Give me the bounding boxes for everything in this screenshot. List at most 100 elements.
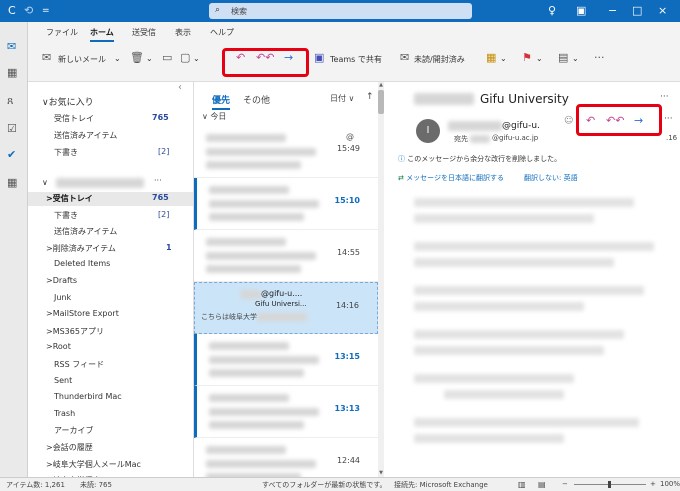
- no-translate-link[interactable]: 翻訳しない: 英語: [524, 173, 578, 183]
- app-bar: ✉ ▦ ጸ ☑ ✔ ▦: [0, 22, 28, 477]
- mail-icon[interactable]: ✉: [7, 40, 16, 53]
- tab-focused[interactable]: 優先: [212, 93, 231, 110]
- delete-icon[interactable]: 🗑: [130, 51, 144, 64]
- folder-item[interactable]: アーカイブ: [54, 425, 94, 436]
- reading-more-icon[interactable]: ···: [664, 114, 673, 124]
- folder-item[interactable]: >MS365アプリ: [46, 326, 104, 337]
- todo-icon[interactable]: ✔: [7, 148, 16, 161]
- reading-forward-icon[interactable]: →: [634, 114, 643, 127]
- sort-dropdown[interactable]: 日付 ∨: [330, 93, 354, 104]
- folder-item[interactable]: 下書き: [54, 210, 78, 221]
- archive-icon[interactable]: ▭: [162, 51, 172, 64]
- new-mail-button[interactable]: 新しいメール: [58, 54, 106, 65]
- folder-item[interactable]: Trash: [54, 409, 75, 418]
- group-header-today[interactable]: ∨ 今日: [202, 111, 226, 122]
- window-icon[interactable]: ▣: [576, 4, 586, 18]
- message-row[interactable]: 14:55: [194, 230, 378, 282]
- message-row[interactable]: 15:10: [194, 178, 378, 230]
- account-more-icon[interactable]: ···: [154, 176, 162, 185]
- translate-link[interactable]: ⇄ メッセージを日本語に翻訳する: [398, 173, 504, 183]
- folder-item[interactable]: >受信トレイ: [46, 193, 93, 204]
- search-box[interactable]: ⌕ 検索: [209, 3, 472, 19]
- close-icon[interactable]: ×: [658, 4, 667, 18]
- message-text-redacted: [209, 200, 319, 208]
- ribbon: ✉ 新しいメール ⌄ 🗑 ⌄ ▭ ▢ ⌄ ↶ ↶↶ → ▣ Teams で共有 …: [28, 42, 680, 82]
- message-row[interactable]: 12:44: [194, 438, 378, 477]
- reply-icon[interactable]: ↶: [236, 51, 245, 64]
- refresh-icon[interactable]: C: [8, 4, 16, 18]
- rules-icon[interactable]: ▤: [558, 51, 568, 64]
- reading-reply-icon[interactable]: ↶: [586, 114, 595, 127]
- fav-inbox[interactable]: 受信トレイ: [54, 113, 94, 124]
- folder-item[interactable]: Deleted Items: [54, 259, 110, 268]
- categorize-icon[interactable]: ▦: [486, 51, 496, 64]
- normal-view-icon[interactable]: ▥: [518, 480, 526, 489]
- favorites-header[interactable]: ∨お気に入り: [42, 95, 94, 108]
- move-icon[interactable]: ▢: [180, 51, 190, 64]
- maximize-icon[interactable]: □: [632, 4, 642, 18]
- rules-dropdown-icon[interactable]: ⌄: [572, 54, 579, 63]
- tasks-icon[interactable]: ☑: [7, 122, 17, 135]
- folder-item[interactable]: 送信済みアイテム: [54, 226, 117, 237]
- categorize-dropdown-icon[interactable]: ⌄: [500, 54, 507, 63]
- collapse-pane-icon[interactable]: ‹: [178, 82, 182, 93]
- tab-help[interactable]: ヘルプ: [210, 27, 234, 38]
- message-row[interactable]: @gifu-u.... Gifu Universi... こちらは岐阜大学 14:16: [194, 282, 378, 334]
- message-time: 14:16: [335, 301, 359, 310]
- apps-icon[interactable]: ▦: [7, 176, 17, 189]
- tab-file[interactable]: ファイル: [46, 27, 78, 38]
- folder-item[interactable]: >Drafts: [46, 276, 77, 285]
- message-text-redacted: [206, 134, 286, 142]
- folder-item[interactable]: RSS フィード: [54, 359, 104, 370]
- flag-icon[interactable]: ⚑: [522, 51, 532, 64]
- fav-sent[interactable]: 送信済みアイテム: [54, 130, 117, 141]
- undo-icon[interactable]: ⟲: [24, 4, 33, 18]
- folder-item[interactable]: >MailStore Export: [46, 309, 119, 318]
- subject-more-icon[interactable]: ···: [660, 92, 669, 102]
- preview-redacted: [257, 313, 307, 321]
- forward-icon[interactable]: →: [284, 51, 293, 64]
- folder-item[interactable]: Junk: [54, 293, 71, 302]
- reading-reply-all-icon[interactable]: ↶↶: [606, 114, 624, 127]
- tab-home[interactable]: ホーム: [90, 27, 114, 42]
- message-row[interactable]: @15:49: [194, 126, 378, 178]
- folder-item[interactable]: >削除済みアイテム: [46, 243, 116, 254]
- delete-dropdown-icon[interactable]: ⌄: [146, 54, 153, 63]
- zoom-in-icon[interactable]: +: [650, 480, 656, 488]
- body-line-redacted: [414, 286, 644, 295]
- tab-other[interactable]: その他: [243, 93, 270, 106]
- message-row[interactable]: 13:15: [194, 334, 378, 386]
- unread-read-button[interactable]: 未読/開封済み: [414, 54, 465, 65]
- new-mail-dropdown-icon[interactable]: ⌄: [114, 54, 121, 63]
- folder-item[interactable]: >会話の履歴: [46, 442, 93, 453]
- fav-drafts[interactable]: 下書き: [54, 147, 78, 158]
- envelope-icon: ✉: [400, 51, 410, 64]
- zoom-out-icon[interactable]: −: [562, 480, 568, 488]
- folder-item[interactable]: Thunderbird Mac: [54, 392, 122, 401]
- calendar-icon[interactable]: ▦: [7, 66, 17, 79]
- move-dropdown-icon[interactable]: ⌄: [193, 54, 200, 63]
- flag-dropdown-icon[interactable]: ⌄: [536, 54, 543, 63]
- sort-direction-icon[interactable]: ↑: [366, 92, 374, 102]
- reading-view-icon[interactable]: ▤: [538, 480, 546, 489]
- teams-share-button[interactable]: Teams で共有: [330, 54, 382, 65]
- reply-all-icon[interactable]: ↶↶: [256, 51, 274, 64]
- lightbulb-icon[interactable]: ♀: [548, 4, 556, 18]
- folder-item[interactable]: Sent: [54, 376, 72, 385]
- zoom-slider-thumb[interactable]: [608, 481, 611, 488]
- emoji-icon[interactable]: ☺: [564, 116, 573, 126]
- folder-item[interactable]: >Root: [46, 342, 71, 351]
- tab-view[interactable]: 表示: [175, 27, 191, 38]
- folder-item[interactable]: >岐阜大学個人メールMac: [46, 459, 141, 470]
- minimize-icon[interactable]: −: [608, 4, 617, 18]
- qat-dropdown-icon[interactable]: =: [42, 4, 50, 18]
- people-icon[interactable]: ጸ: [7, 94, 13, 108]
- tab-send-receive[interactable]: 送受信: [132, 27, 156, 38]
- to-label: 宛先: [454, 135, 468, 143]
- more-icon[interactable]: ···: [594, 51, 605, 64]
- message-row[interactable]: 13:13: [194, 386, 378, 438]
- account-expand-icon[interactable]: ∨: [42, 178, 48, 187]
- message-text-redacted: [206, 460, 316, 468]
- menu-bar: ファイル ホーム 送受信 表示 ヘルプ: [28, 22, 680, 42]
- message-text-redacted: [206, 238, 286, 246]
